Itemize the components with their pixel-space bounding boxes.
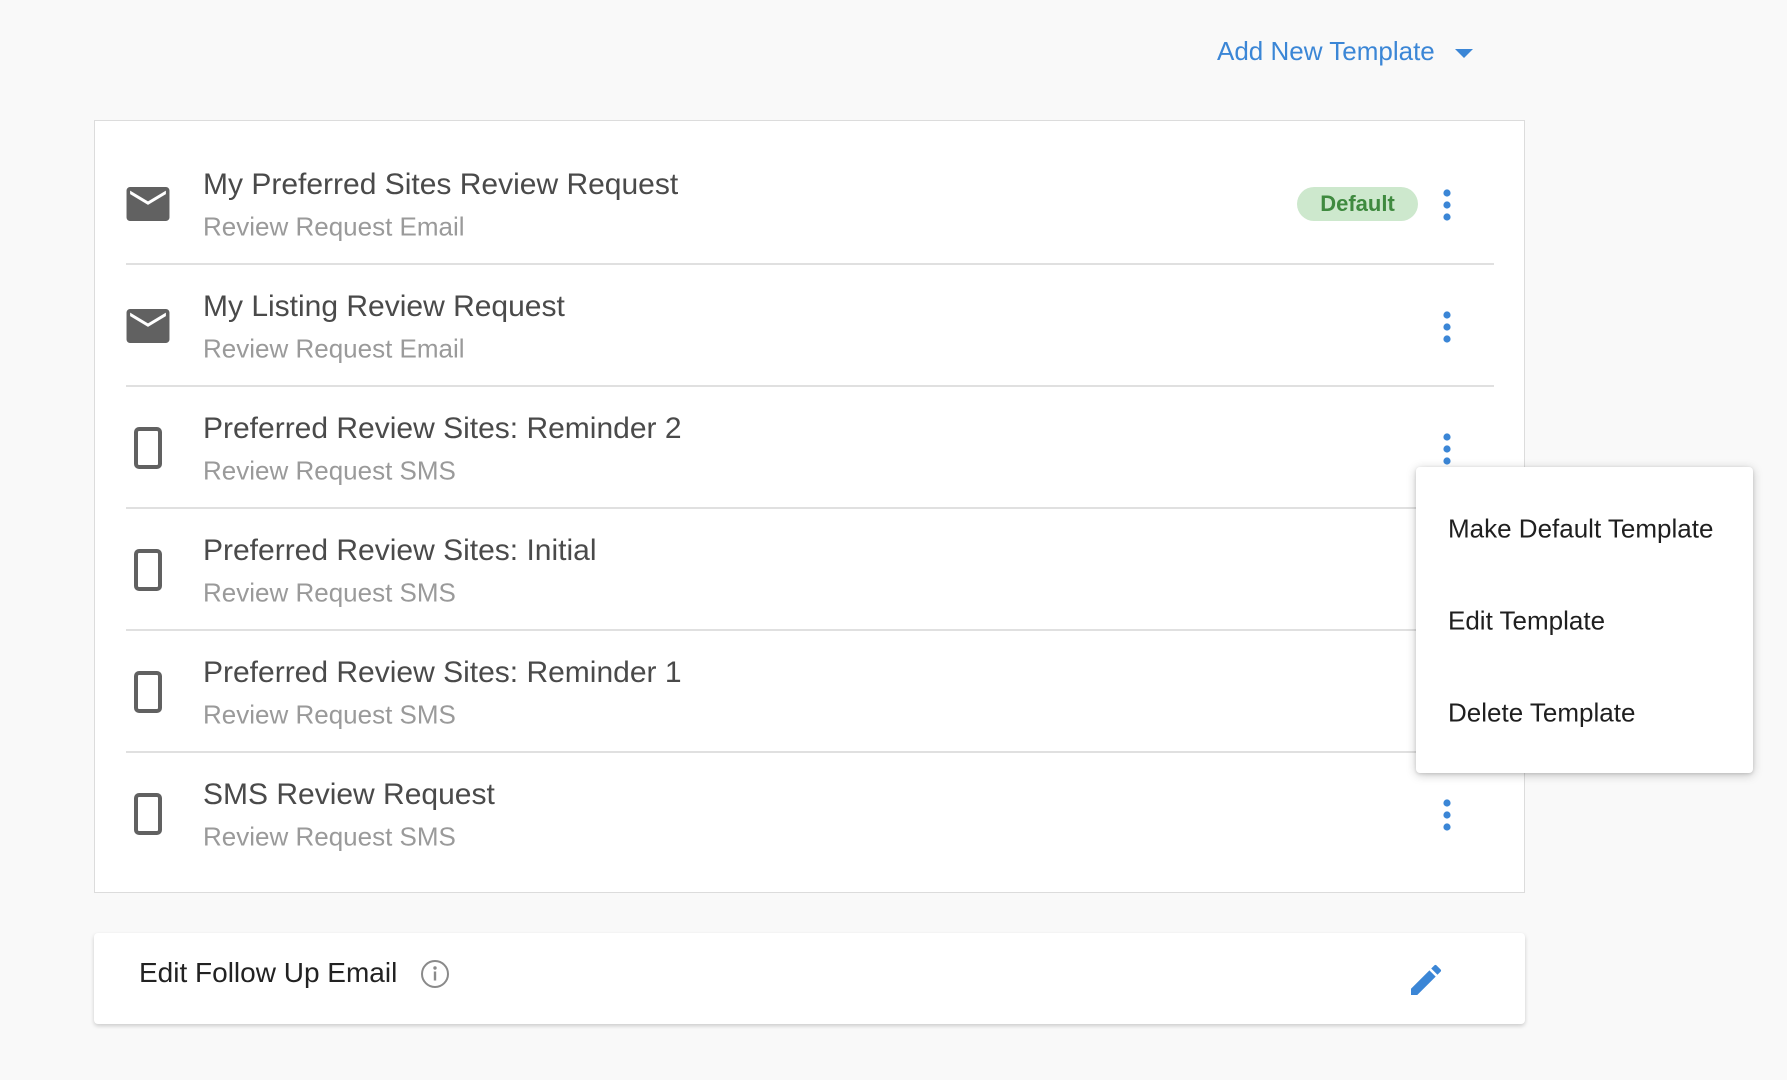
template-title: Preferred Review Sites: Reminder 1	[203, 656, 682, 689]
template-row[interactable]: SMS Review Request Review Request SMS	[126, 753, 1494, 875]
caret-down-icon	[1454, 49, 1473, 58]
delete-template-menu-item[interactable]: Delete Template	[1448, 698, 1635, 729]
email-icon	[126, 143, 170, 265]
template-title: Preferred Review Sites: Initial	[203, 534, 597, 567]
follow-up-email-label: Edit Follow Up Email	[139, 957, 398, 988]
template-type: Review Request SMS	[203, 821, 456, 852]
template-row[interactable]: Preferred Review Sites: Reminder 1 Revie…	[126, 631, 1494, 753]
template-row[interactable]: Preferred Review Sites: Reminder 2 Revie…	[126, 387, 1494, 509]
template-type: Review Request SMS	[203, 699, 456, 730]
add-new-template-label: Add New Template	[1217, 36, 1435, 66]
email-icon	[126, 265, 170, 387]
template-title: Preferred Review Sites: Reminder 2	[203, 412, 682, 445]
edit-template-menu-item[interactable]: Edit Template	[1448, 606, 1605, 637]
template-title: My Preferred Sites Review Request	[203, 168, 679, 201]
more-vert-icon[interactable]	[1427, 795, 1467, 835]
phone-icon	[126, 631, 170, 753]
phone-icon	[126, 509, 170, 631]
more-vert-icon[interactable]	[1427, 185, 1467, 225]
template-list: My Preferred Sites Review Request Review…	[94, 120, 1525, 893]
template-type: Review Request Email	[203, 211, 465, 242]
template-row[interactable]: My Preferred Sites Review Request Review…	[126, 143, 1494, 265]
template-type: Review Request SMS	[203, 455, 456, 486]
default-badge: Default	[1297, 187, 1418, 221]
make-default-template-menu-item[interactable]: Make Default Template	[1448, 514, 1713, 545]
template-row[interactable]: My Listing Review Request Review Request…	[126, 265, 1494, 387]
add-new-template-button[interactable]: Add New Template	[1217, 36, 1473, 67]
template-title: My Listing Review Request	[203, 290, 565, 323]
follow-up-email-card: Edit Follow Up Email	[94, 933, 1525, 1024]
more-vert-icon[interactable]	[1427, 429, 1467, 469]
template-title: SMS Review Request	[203, 778, 495, 811]
template-context-menu: Make Default Template Edit Template Dele…	[1416, 467, 1753, 773]
info-icon[interactable]	[420, 959, 450, 989]
more-vert-icon[interactable]	[1427, 307, 1467, 347]
template-type: Review Request SMS	[203, 577, 456, 608]
pencil-icon[interactable]	[1406, 960, 1446, 1000]
phone-icon	[126, 387, 170, 509]
template-type: Review Request Email	[203, 333, 465, 364]
template-row[interactable]: Preferred Review Sites: Initial Review R…	[126, 509, 1494, 631]
phone-icon	[126, 753, 170, 875]
